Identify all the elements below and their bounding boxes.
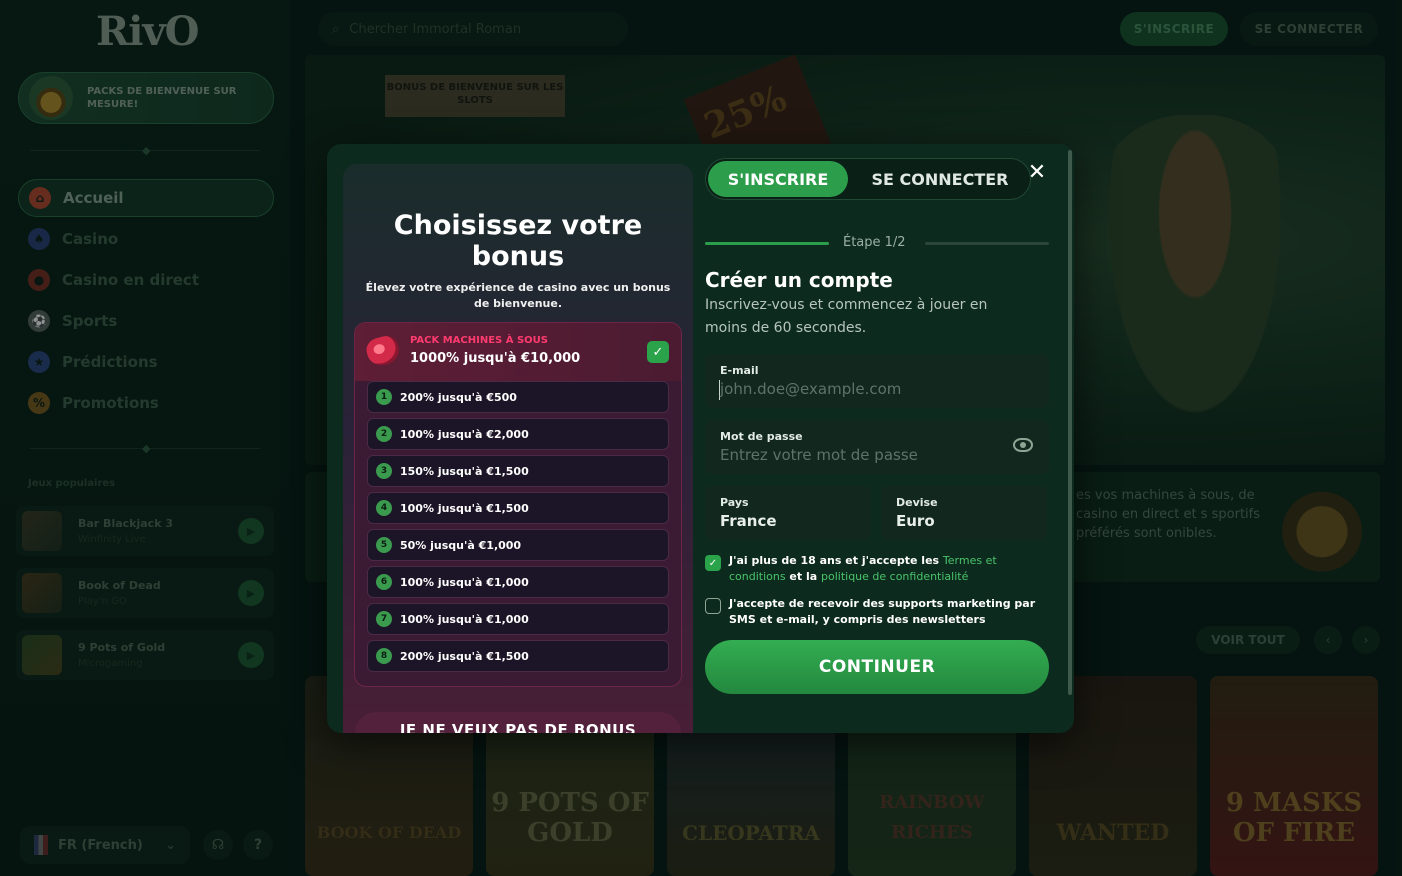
step-text: 100% jusqu'à €1,000 bbox=[400, 575, 529, 589]
bonus-step-row: 1 200% jusqu'à €500 bbox=[367, 381, 669, 413]
bonus-step-row: 8 200% jusqu'à €1,500 bbox=[367, 640, 669, 672]
country-value: France bbox=[720, 512, 777, 530]
create-account-title: Créer un compte bbox=[705, 268, 893, 292]
pack-label: PACK MACHINES À SOUS bbox=[410, 335, 548, 346]
email-field[interactable]: E-mail john.doe@example.com bbox=[705, 354, 1049, 408]
terms-checkbox-row: ✓ J'ai plus de 18 ans et j'accepte les T… bbox=[705, 553, 1049, 585]
step-text: 100% jusqu'à €1,500 bbox=[400, 501, 529, 515]
modal-scrollbar[interactable] bbox=[1068, 150, 1072, 695]
eye-icon[interactable] bbox=[1013, 438, 1033, 452]
pack-header: PACK MACHINES À SOUS 1000% jusqu'à €10,0… bbox=[355, 323, 681, 381]
currency-select[interactable]: Devise Euro bbox=[881, 486, 1047, 540]
step-number: 3 bbox=[376, 463, 392, 479]
step-text: 50% jusqu'à €1,000 bbox=[400, 538, 522, 552]
bonus-step-row: 2 100% jusqu'à €2,000 bbox=[367, 418, 669, 450]
step-label: Étape 1/2 bbox=[843, 235, 906, 250]
step-number: 6 bbox=[376, 574, 392, 590]
password-placeholder: Entrez votre mot de passe bbox=[720, 446, 918, 464]
terms-prefix: J'ai plus de 18 ans et j'accepte les bbox=[729, 554, 943, 567]
step-bar-active bbox=[705, 242, 829, 245]
bonus-step-row: 6 100% jusqu'à €1,000 bbox=[367, 566, 669, 598]
ruby-gem-icon bbox=[363, 333, 403, 369]
bonus-title: Choisissez votre bonus bbox=[393, 210, 643, 272]
pack-amount: 1000% jusqu'à €10,000 bbox=[410, 351, 581, 366]
step-text: 200% jusqu'à €1,500 bbox=[400, 649, 529, 663]
terms-text: J'ai plus de 18 ans et j'accepte les Ter… bbox=[729, 553, 1049, 585]
bonus-step-row: 7 100% jusqu'à €1,000 bbox=[367, 603, 669, 635]
continue-button[interactable]: CONTINUER bbox=[705, 640, 1049, 694]
bonus-step-row: 5 50% jusqu'à €1,000 bbox=[367, 529, 669, 561]
privacy-link[interactable]: politique de confidentialité bbox=[821, 570, 968, 583]
country-label: Pays bbox=[720, 496, 749, 509]
currency-value: Euro bbox=[896, 512, 935, 530]
slots-pack-card[interactable]: PACK MACHINES À SOUS 1000% jusqu'à €10,0… bbox=[354, 322, 682, 687]
create-account-subtitle: Inscrivez-vous et commencez à jouer en m… bbox=[705, 297, 988, 336]
tab-signup[interactable]: S'INSCRIRE bbox=[708, 161, 848, 197]
email-placeholder: john.doe@example.com bbox=[720, 380, 902, 398]
bonus-panel: Choisissez votre bonus Élevez votre expé… bbox=[343, 164, 693, 733]
no-bonus-button[interactable]: JE NE VEUX PAS DE BONUS bbox=[355, 712, 681, 733]
country-select[interactable]: Pays France bbox=[705, 486, 871, 540]
tab-login[interactable]: SE CONNECTER bbox=[854, 161, 1026, 197]
step-number: 8 bbox=[376, 648, 392, 664]
terms-middle: et la bbox=[785, 570, 821, 583]
bonus-subtitle: Élevez votre expérience de casino avec u… bbox=[365, 281, 671, 310]
marketing-text: J'accepte de recevoir des supports marke… bbox=[729, 597, 1036, 626]
password-field[interactable]: Mot de passe Entrez votre mot de passe bbox=[705, 420, 1049, 474]
step-number: 5 bbox=[376, 537, 392, 553]
terms-checkbox[interactable]: ✓ bbox=[705, 555, 721, 571]
step-text: 200% jusqu'à €500 bbox=[400, 390, 517, 404]
marketing-checkbox-row: J'accepte de recevoir des supports marke… bbox=[705, 596, 1049, 628]
step-text: 150% jusqu'à €1,500 bbox=[400, 464, 529, 478]
signup-modal: Choisissez votre bonus Élevez votre expé… bbox=[327, 144, 1074, 733]
currency-label: Devise bbox=[896, 496, 938, 509]
marketing-checkbox[interactable] bbox=[705, 598, 721, 614]
step-text: 100% jusqu'à €1,000 bbox=[400, 612, 529, 626]
step-number: 1 bbox=[376, 389, 392, 405]
bonus-step-row: 4 100% jusqu'à €1,500 bbox=[367, 492, 669, 524]
close-icon[interactable]: ✕ bbox=[1025, 162, 1049, 186]
checkmark-icon[interactable]: ✓ bbox=[647, 341, 669, 363]
step-text: 100% jusqu'à €2,000 bbox=[400, 427, 529, 441]
step-number: 7 bbox=[376, 611, 392, 627]
bonus-step-row: 3 150% jusqu'à €1,500 bbox=[367, 455, 669, 487]
step-number: 4 bbox=[376, 500, 392, 516]
password-label: Mot de passe bbox=[720, 430, 803, 443]
step-number: 2 bbox=[376, 426, 392, 442]
step-progress: Étape 1/2 bbox=[705, 234, 1049, 254]
email-label: E-mail bbox=[720, 364, 759, 377]
step-bar-inactive bbox=[925, 242, 1049, 245]
auth-tabs: S'INSCRIRE SE CONNECTER bbox=[705, 158, 1031, 200]
